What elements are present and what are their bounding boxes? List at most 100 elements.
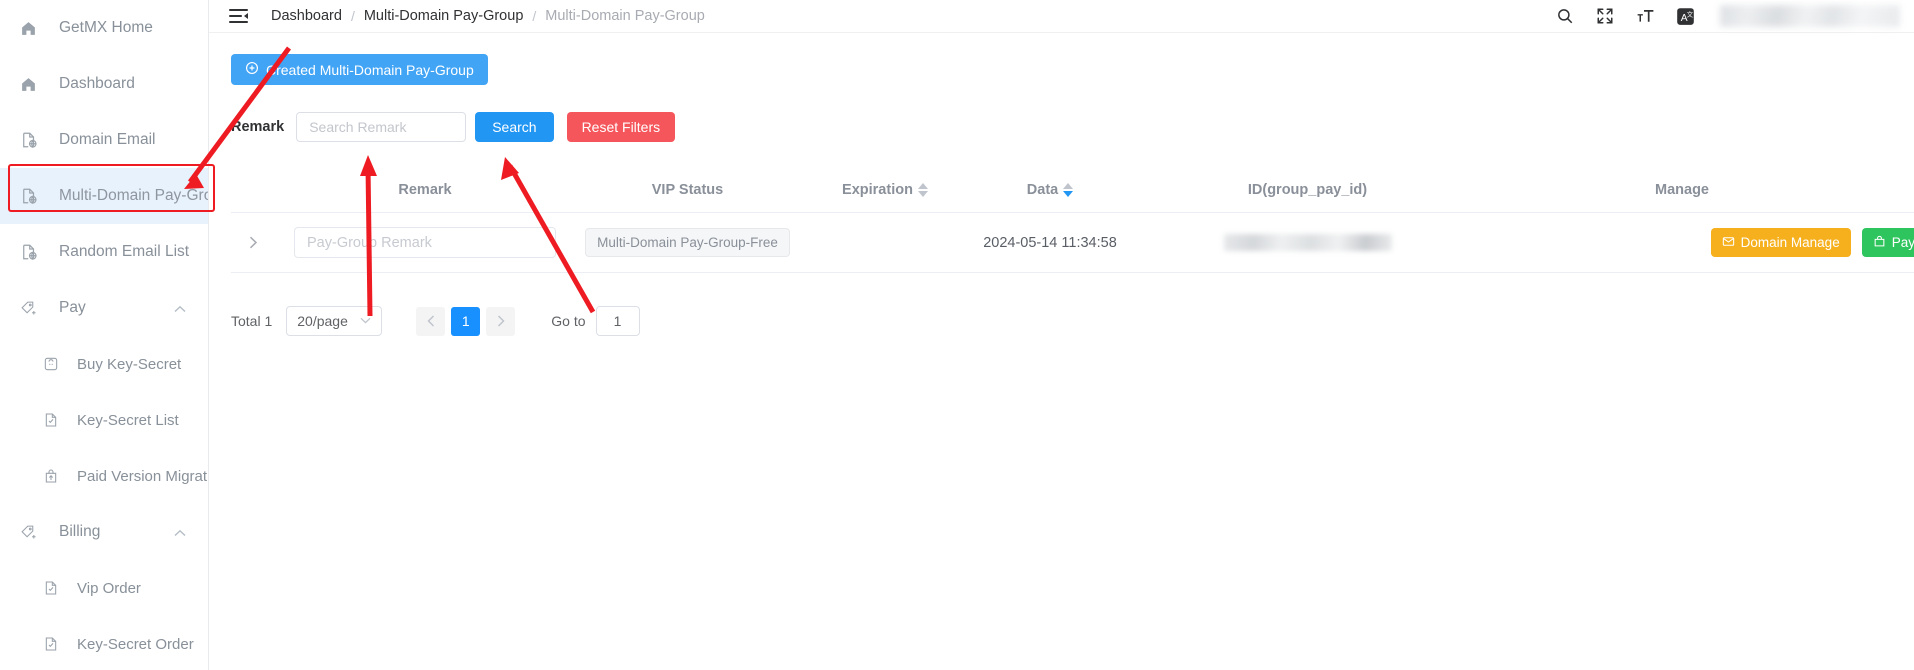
sidebar-item-label: Paid Version Migration xyxy=(77,467,208,485)
sidebar-group-pay[interactable]: Pay xyxy=(0,280,208,336)
doc-check-icon xyxy=(40,410,61,431)
fullscreen-icon[interactable] xyxy=(1594,5,1616,27)
create-button-label: Created Multi-Domain Pay-Group xyxy=(266,61,474,78)
create-multi-domain-pay-group-button[interactable]: Created Multi-Domain Pay-Group xyxy=(231,54,488,85)
row-manage-cell: Domain Manage Pay xyxy=(1485,228,1914,257)
sidebar-item-key-secret-order[interactable]: Key-Secret Order xyxy=(0,616,208,670)
status-badge: Multi-Domain Pay-Group-Free xyxy=(585,228,790,257)
th-id-label: ID(group_pay_id) xyxy=(1247,182,1368,198)
sidebar-group-billing[interactable]: Billing xyxy=(0,504,208,560)
bag-upload-icon xyxy=(40,466,61,487)
sidebar-group-label: Billing xyxy=(59,523,101,540)
goto-page: Go to xyxy=(551,306,640,336)
bag-icon xyxy=(1873,235,1886,251)
app-root: GetMX Home Dashboard Domain Email Multi-… xyxy=(0,0,1914,670)
row-expand-cell xyxy=(231,236,275,249)
sidebar-item-paid-version-migration[interactable]: Paid Version Migration xyxy=(0,448,208,504)
pagination: Total 1 20/page 1 Go to 1 xyxy=(231,306,1892,336)
page-size-select[interactable]: 20/page xyxy=(286,306,383,336)
sidebar-item-domain-email[interactable]: Domain Email xyxy=(0,112,208,168)
pay-button[interactable]: Pay xyxy=(1861,228,1914,257)
main-area: Dashboard / Multi-Domain Pay-Group / Mul… xyxy=(209,0,1914,670)
sidebar-item-label: GetMX Home xyxy=(59,19,153,36)
hamburger-collapse-icon[interactable] xyxy=(227,5,249,27)
topbar-actions: A 文 xyxy=(1554,5,1900,27)
sidebar-item-buy-key-secret[interactable]: Buy Key-Secret xyxy=(0,336,208,392)
th-vip-status-label: VIP Status xyxy=(651,182,724,198)
goto-label: Go to xyxy=(551,313,586,329)
shop-bag-icon xyxy=(40,354,61,375)
search-icon[interactable] xyxy=(1554,5,1576,27)
sidebar-item-label: Dashboard xyxy=(59,75,135,92)
page-content: Created Multi-Domain Pay-Group Remark Se… xyxy=(209,33,1914,670)
th-expiration[interactable]: Expiration xyxy=(800,182,970,198)
chevron-left-icon[interactable] xyxy=(416,306,446,336)
translate-icon[interactable]: A 文 xyxy=(1674,5,1696,27)
th-remark: Remark xyxy=(275,182,575,198)
th-data[interactable]: Data xyxy=(970,182,1130,198)
chevron-right-icon[interactable] xyxy=(486,306,516,336)
sidebar-item-vip-order[interactable]: Vip Order xyxy=(0,560,208,616)
sidebar-item-multi-domain-pay-group[interactable]: Multi-Domain Pay-Group xyxy=(0,168,208,224)
breadcrumb-item-current: Multi-Domain Pay-Group xyxy=(545,8,705,24)
tag-plus-icon xyxy=(18,298,39,319)
breadcrumb-separator: / xyxy=(532,8,537,24)
breadcrumb-separator: / xyxy=(350,8,355,24)
domain-manage-label: Domain Manage xyxy=(1740,235,1840,250)
pay-group-table: Remark VIP Status Expiration Data ID(gro… xyxy=(231,168,1914,273)
domain-manage-button[interactable]: Domain Manage xyxy=(1710,228,1851,257)
row-id-cell xyxy=(1130,234,1485,251)
row-data-cell: 2024-05-14 11:34:58 xyxy=(970,235,1130,251)
svg-text:文: 文 xyxy=(1686,9,1693,18)
pay-label: Pay xyxy=(1891,235,1914,250)
home-icon xyxy=(18,74,39,95)
sidebar-item-label: Key-Secret Order xyxy=(77,635,194,653)
row-vip-status-cell: Multi-Domain Pay-Group-Free xyxy=(575,228,800,257)
sidebar: GetMX Home Dashboard Domain Email Multi-… xyxy=(0,0,209,670)
domain-doc-icon xyxy=(18,186,39,207)
group-pay-id-blurred xyxy=(1223,234,1392,251)
reset-filters-button[interactable]: Reset Filters xyxy=(566,112,676,142)
search-remark-input[interactable] xyxy=(296,112,467,142)
sidebar-item-label: Key-Secret List xyxy=(77,411,179,429)
sidebar-item-getmx-home[interactable]: GetMX Home xyxy=(0,0,208,56)
search-button[interactable]: Search xyxy=(475,112,554,142)
tag-plus-icon xyxy=(18,522,39,543)
doc-check-icon xyxy=(40,634,61,655)
page-number-1[interactable]: 1 xyxy=(451,306,481,336)
breadcrumb-item-multi-domain-pay-group[interactable]: Multi-Domain Pay-Group xyxy=(364,8,524,24)
breadcrumb: Dashboard / Multi-Domain Pay-Group / Mul… xyxy=(271,8,705,24)
top-bar: Dashboard / Multi-Domain Pay-Group / Mul… xyxy=(209,0,1914,33)
breadcrumb-item-dashboard[interactable]: Dashboard xyxy=(271,8,342,24)
sidebar-item-dashboard[interactable]: Dashboard xyxy=(0,56,208,112)
th-expiration-label: Expiration xyxy=(842,182,913,198)
table-header-row: Remark VIP Status Expiration Data ID(gro… xyxy=(231,168,1914,213)
plus-circle-icon xyxy=(245,61,259,78)
th-id: ID(group_pay_id) xyxy=(1130,182,1485,198)
sort-expiration-icon[interactable] xyxy=(917,183,928,197)
row-remark-input[interactable] xyxy=(294,227,556,258)
sort-data-icon[interactable] xyxy=(1063,183,1074,197)
pager: 1 xyxy=(416,306,516,336)
sidebar-item-key-secret-list[interactable]: Key-Secret List xyxy=(0,392,208,448)
domain-doc-icon xyxy=(18,242,39,263)
sidebar-item-label: Vip Order xyxy=(77,579,141,597)
filter-bar: Remark Search Reset Filters xyxy=(231,112,1892,142)
chevron-up-icon xyxy=(174,302,186,315)
sidebar-item-random-email-list[interactable]: Random Email List xyxy=(0,224,208,280)
sidebar-item-label: Domain Email xyxy=(59,131,156,148)
chevron-right-icon[interactable] xyxy=(231,236,275,249)
remark-filter-label: Remark xyxy=(231,119,285,135)
row-remark-cell xyxy=(275,227,575,258)
chevron-up-icon xyxy=(174,526,186,539)
user-account-blurred[interactable] xyxy=(1720,5,1900,27)
th-manage-label: Manage xyxy=(1655,182,1709,198)
goto-page-input[interactable] xyxy=(595,306,640,336)
row-data-value: 2024-05-14 11:34:58 xyxy=(983,234,1117,251)
mail-icon xyxy=(1722,235,1735,251)
sidebar-item-label: Buy Key-Secret xyxy=(77,355,182,373)
font-size-icon[interactable] xyxy=(1634,5,1656,27)
sidebar-item-label: Random Email List xyxy=(59,243,190,260)
pagination-total: Total 1 xyxy=(231,313,273,329)
domain-doc-icon xyxy=(18,130,39,151)
